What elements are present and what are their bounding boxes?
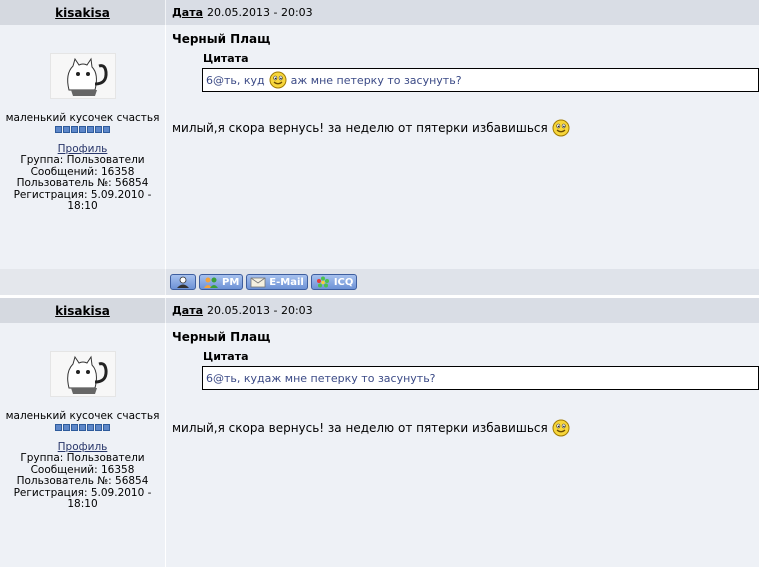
quote-box: 6@ть, куд аж мне петерку то засунуть?	[202, 68, 759, 92]
profile-icon	[177, 276, 189, 288]
rank-pip	[79, 423, 86, 431]
post-body: маленький кусочек счастья Профиль Группа…	[0, 323, 759, 567]
user-group: Группа: Пользователи	[20, 154, 145, 166]
rank-pip	[55, 125, 62, 133]
post: kisakisa Дата 20.05.2013 - 20:03 маленьк…	[0, 0, 759, 295]
post-header: kisakisa Дата 20.05.2013 - 20:03	[0, 0, 759, 25]
post-author-cell: kisakisa	[0, 298, 166, 323]
user-group: Группа: Пользователи	[20, 452, 145, 464]
date-link[interactable]: Дата	[172, 6, 203, 19]
pm-button[interactable]: PM	[199, 274, 244, 290]
rank-pip	[63, 423, 70, 431]
post-content: Черный Плащ Цитата 6@ть, кудаж мне петер…	[166, 323, 759, 567]
date-link[interactable]: Дата	[172, 304, 203, 317]
quote-label: Цитата	[203, 52, 249, 65]
post-header: kisakisa Дата 20.05.2013 - 20:03	[0, 298, 759, 323]
rank-pip	[103, 125, 110, 133]
smiley-icon	[269, 71, 287, 89]
post-message-text: милый,я скора вернусь! за неделю от пяте…	[172, 121, 548, 135]
profile-button[interactable]	[170, 274, 196, 290]
user-title: маленький кусочек счастья	[5, 112, 160, 124]
post-content: Черный Плащ Цитата 6@ть, куд аж мне пете…	[166, 25, 759, 269]
quote-text: 6@ть, кудаж мне петерку то засунуть?	[206, 371, 436, 385]
pm-button-label: PM	[222, 276, 240, 288]
avatar	[49, 351, 116, 397]
rank-pip	[71, 125, 78, 133]
smiley-icon	[552, 119, 570, 137]
user-info-panel: маленький кусочек счастья Профиль Группа…	[0, 25, 166, 269]
post-body: маленький кусочек счастья Профиль Группа…	[0, 25, 759, 269]
rank-pips	[55, 125, 110, 133]
quote-text-end: аж мне петерку то засунуть?	[290, 73, 462, 87]
post-date-cell: Дата 20.05.2013 - 20:03	[166, 298, 759, 323]
post-date-cell: Дата 20.05.2013 - 20:03	[166, 0, 759, 25]
icq-button[interactable]: ICQ	[310, 274, 358, 290]
rank-pip	[79, 125, 86, 133]
users-icon	[204, 277, 218, 288]
rank-pip	[55, 423, 62, 431]
envelope-icon	[250, 277, 266, 288]
avatar	[49, 53, 116, 99]
rank-pip	[71, 423, 78, 431]
rank-pip	[95, 125, 102, 133]
user-info-panel: маленький кусочек счастья Профиль Группа…	[0, 323, 166, 567]
author-link[interactable]: kisakisa	[55, 6, 110, 20]
post-footer-left	[0, 269, 166, 295]
post-author-name: Черный Плащ	[172, 32, 271, 46]
user-registration-time: 18:10	[67, 498, 98, 510]
icq-flower-icon	[316, 276, 329, 288]
rank-pip	[103, 423, 110, 431]
user-number: Пользователь №: 56854	[16, 177, 149, 189]
quote-label: Цитата	[203, 350, 249, 363]
post-message: милый,я скора вернусь! за неделю от пяте…	[172, 119, 759, 137]
post-footer: PM E-Mail ICQ	[0, 269, 759, 295]
post-actions: PM E-Mail ICQ	[166, 269, 759, 295]
post-author-cell: kisakisa	[0, 0, 166, 25]
post-date: 20.05.2013 - 20:03	[207, 304, 313, 317]
email-button[interactable]: E-Mail	[246, 274, 308, 290]
user-registration-time: 18:10	[67, 200, 98, 212]
post-message: милый,я скора вернусь! за неделю от пяте…	[172, 419, 759, 437]
quote-text-start: 6@ть, куд	[206, 73, 265, 87]
rank-pips	[55, 423, 110, 431]
email-button-label: E-Mail	[269, 276, 304, 288]
user-title: маленький кусочек счастья	[5, 410, 160, 422]
rank-pip	[87, 423, 94, 431]
quote-box: 6@ть, кудаж мне петерку то засунуть?	[202, 366, 759, 390]
post-message-text: милый,я скора вернусь! за неделю от пяте…	[172, 421, 548, 435]
post-author-name: Черный Плащ	[172, 330, 271, 344]
smiley-icon	[552, 419, 570, 437]
post: kisakisa Дата 20.05.2013 - 20:03 маленьк…	[0, 298, 759, 567]
rank-pip	[63, 125, 70, 133]
icq-button-label: ICQ	[333, 276, 354, 288]
rank-pip	[95, 423, 102, 431]
user-number: Пользователь №: 56854	[16, 475, 149, 487]
post-date: 20.05.2013 - 20:03	[207, 6, 313, 19]
author-link[interactable]: kisakisa	[55, 304, 110, 318]
rank-pip	[87, 125, 94, 133]
